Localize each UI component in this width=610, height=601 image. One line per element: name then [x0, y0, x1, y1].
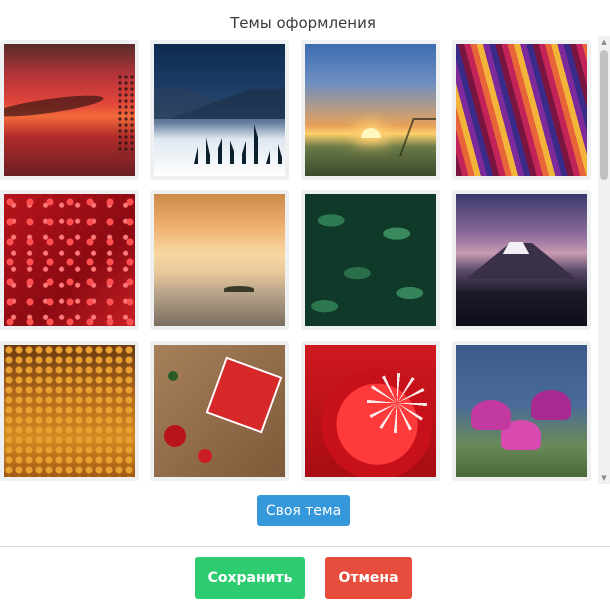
theme-image	[456, 194, 587, 326]
theme-thumbnail-red-christmas-ornament[interactable]	[301, 341, 440, 481]
theme-thumbnail-winter-mountains-night[interactable]	[150, 40, 289, 180]
theme-image	[154, 345, 285, 477]
theme-image	[4, 44, 135, 176]
theme-thumbnail-christmas-gifts[interactable]	[150, 341, 289, 481]
scroll-up-arrow-icon[interactable]: ▲	[598, 36, 610, 48]
dialog-title: Темы оформления	[230, 14, 376, 32]
custom-theme-button[interactable]: Своя тема	[257, 495, 350, 526]
theme-thumbnail-autumn-forest[interactable]	[0, 341, 139, 481]
theme-grid	[0, 40, 598, 482]
theme-image	[456, 44, 587, 176]
theme-image	[154, 194, 285, 326]
theme-thumbnail-colorful-ribbons[interactable]	[452, 40, 591, 180]
scroll-down-arrow-icon[interactable]: ▼	[598, 472, 610, 484]
grid-scrollbar[interactable]: ▲ ▼	[598, 36, 610, 484]
cancel-button[interactable]: Отмена	[325, 557, 412, 599]
theme-image	[305, 345, 436, 477]
footer-divider	[0, 546, 610, 547]
theme-image	[154, 44, 285, 176]
theme-image	[305, 194, 436, 326]
theme-image	[305, 44, 436, 176]
scroll-thumb[interactable]	[600, 50, 608, 180]
theme-thumbnail-fuji-mountain-dusk[interactable]	[452, 190, 591, 330]
theme-thumbnail-sunrise-field[interactable]	[301, 40, 440, 180]
theme-thumbnail-purple-tulips[interactable]	[452, 341, 591, 481]
theme-image	[4, 345, 135, 477]
theme-thumbnail-misty-beach-dawn[interactable]	[150, 190, 289, 330]
theme-thumbnail-sunset-red-sky[interactable]	[0, 40, 139, 180]
theme-thumbnail-green-leaves[interactable]	[301, 190, 440, 330]
save-button[interactable]: Сохранить	[195, 557, 305, 599]
theme-image	[4, 194, 135, 326]
theme-thumbnail-red-hearts-bokeh[interactable]	[0, 190, 139, 330]
theme-image	[456, 345, 587, 477]
